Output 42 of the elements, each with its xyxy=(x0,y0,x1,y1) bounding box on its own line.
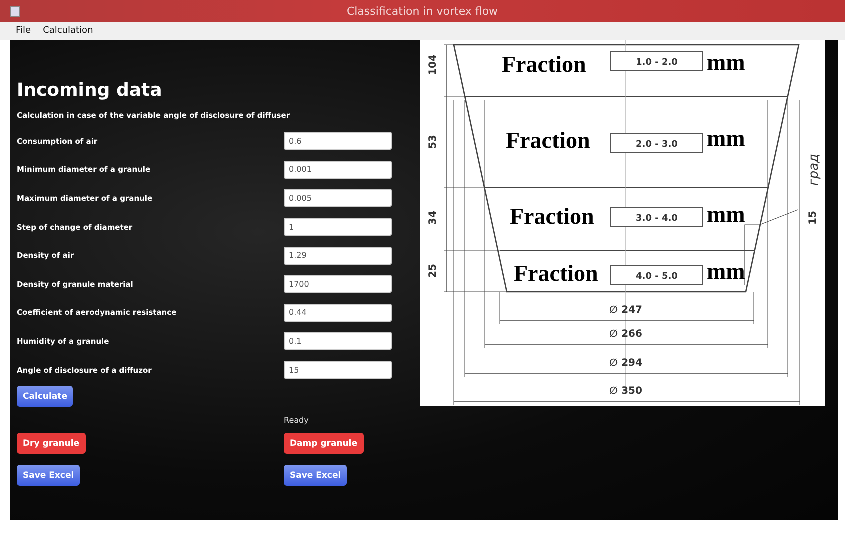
menu-item[interactable]: File xyxy=(16,26,32,36)
diameter-dimension: ∅ 247 xyxy=(610,305,642,316)
range-value: 1.0 - 2.0 xyxy=(636,58,678,68)
input-field[interactable]: 0.005 xyxy=(284,189,392,208)
granule-button[interactable]: Dry granule xyxy=(17,433,86,454)
input-field[interactable]: 1 xyxy=(284,218,392,236)
window-title: Classification in vortex flow xyxy=(346,4,498,18)
granule-button[interactable]: Damp granule xyxy=(284,433,364,454)
section-heading: Incoming data xyxy=(17,80,164,101)
app-icon xyxy=(10,6,20,17)
angle-unit: град xyxy=(807,154,822,186)
diameter-dimension: ∅ 266 xyxy=(610,329,642,340)
action-button[interactable]: Save Excel xyxy=(17,465,80,486)
height-dimension: 53 xyxy=(428,135,439,149)
height-dimension: 104 xyxy=(428,54,439,76)
height-dimension: 25 xyxy=(428,264,439,278)
input-field[interactable]: 15 xyxy=(284,361,392,380)
fraction-label: Fraction xyxy=(510,204,594,229)
range-value: 2.0 - 3.0 xyxy=(636,140,678,150)
input-field[interactable]: 1700 xyxy=(284,275,392,294)
action-button[interactable]: Calculate xyxy=(17,386,74,408)
unit-label: mm xyxy=(707,126,746,151)
diameter-dimension: ∅ 294 xyxy=(610,358,642,369)
fraction-label: Fraction xyxy=(514,261,598,286)
diameter-dimension: ∅ 350 xyxy=(610,386,642,397)
status-text: Ready xyxy=(284,416,309,426)
input-field[interactable]: 0.6 xyxy=(284,132,392,150)
unit-label: mm xyxy=(707,202,746,227)
menu-item[interactable]: Calculation xyxy=(43,26,94,36)
input-field[interactable]: 1.29 xyxy=(284,246,392,265)
fraction-label: Fraction xyxy=(502,52,586,77)
fraction-label: Fraction xyxy=(506,128,590,153)
range-value: 4.0 - 5.0 xyxy=(636,272,678,282)
input-field[interactable]: 0.001 xyxy=(284,160,392,179)
action-button[interactable]: Save Excel xyxy=(284,465,348,486)
unit-label: mm xyxy=(707,259,746,284)
unit-label: mm xyxy=(707,50,746,75)
input-field[interactable]: 0.44 xyxy=(284,304,392,322)
angle-value: 15 xyxy=(808,211,819,225)
height-dimension: 34 xyxy=(428,211,439,225)
input-field[interactable]: 0.1 xyxy=(284,332,392,350)
range-value: 3.0 - 4.0 xyxy=(636,214,678,224)
